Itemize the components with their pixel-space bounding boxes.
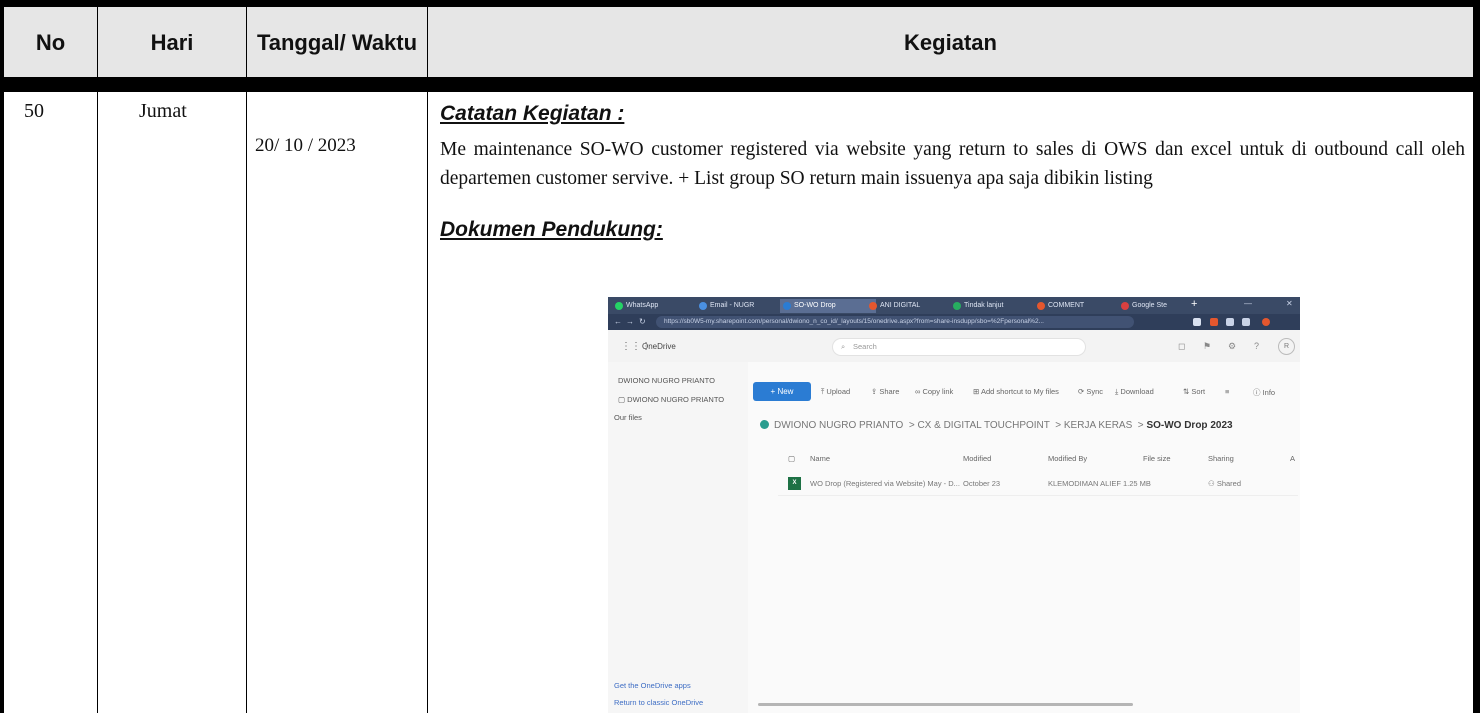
document-page: No Hari Tanggal/ Waktu Kegiatan 50 Jumat… bbox=[0, 0, 1480, 713]
row-day: Jumat bbox=[139, 100, 187, 122]
info-button[interactable]: ⓘ Info bbox=[1253, 387, 1275, 398]
sidebar-item-folder[interactable]: ▢ DWIONO NUGRO PRIANTO bbox=[618, 395, 724, 404]
extension-icon[interactable] bbox=[1210, 318, 1218, 326]
file-size: 1.25 MB bbox=[1123, 479, 1151, 488]
copy-link-button[interactable]: ∞ Copy link bbox=[915, 387, 953, 396]
new-button[interactable]: + New bbox=[753, 382, 811, 401]
onedrive-header: ⋮⋮⋮ OneDrive ⌕ Search ◻ ⚑ ⚙ ? R bbox=[608, 330, 1300, 362]
extension-icon[interactable] bbox=[1242, 318, 1250, 326]
onedrive-sidebar: DWIONO NUGRO PRIANTO ▢ DWIONO NUGRO PRIA… bbox=[608, 362, 748, 713]
table-top-border bbox=[0, 0, 1480, 7]
row-number: 50 bbox=[24, 100, 44, 122]
forward-icon[interactable]: → bbox=[626, 317, 634, 326]
flag-icon[interactable]: ⚑ bbox=[1203, 341, 1211, 352]
url-field[interactable]: https://sb0W5-my.sharepoint.com/personal… bbox=[656, 316, 1134, 328]
browser-tab[interactable]: Google Ste bbox=[1118, 299, 1200, 313]
help-icon[interactable]: ? bbox=[1254, 341, 1259, 351]
search-icon: ⌕ bbox=[841, 342, 846, 351]
table-row[interactable]: X WO Drop (Registered via Website) May -… bbox=[778, 473, 1298, 496]
col-divider-1 bbox=[97, 0, 98, 713]
tab-favicon-icon bbox=[699, 302, 707, 310]
header-hari: Hari bbox=[98, 7, 246, 77]
share-button[interactable]: ⇪ Share bbox=[871, 387, 899, 396]
catatan-heading: Catatan Kegiatan : bbox=[440, 102, 625, 125]
back-icon[interactable]: ← bbox=[614, 317, 622, 326]
tab-favicon-icon bbox=[1121, 302, 1129, 310]
file-sharing: ⚇ Shared bbox=[1208, 479, 1241, 488]
browser-tab-bar: WhatsApp Email - NUGR SO-WO Drop ANI DIG… bbox=[608, 297, 1300, 314]
sidebar-item-our-files[interactable]: Our files bbox=[614, 413, 642, 422]
tab-favicon-icon bbox=[869, 302, 877, 310]
extension-icon[interactable] bbox=[1226, 318, 1234, 326]
browser-tab[interactable]: WhatsApp bbox=[612, 299, 706, 313]
column-name[interactable]: Name bbox=[810, 454, 830, 463]
col-divider-3 bbox=[427, 0, 428, 713]
sync-button[interactable]: ⟳ Sync bbox=[1078, 387, 1103, 396]
command-bar: + New ⤒ Upload ⇪ Share ∞ Copy link ⊞ Add… bbox=[753, 382, 1298, 402]
settings-gear-icon[interactable]: ⚙ bbox=[1228, 341, 1236, 352]
file-modified: October 23 bbox=[963, 479, 1001, 488]
classic-onedrive-link[interactable]: Return to classic OneDrive bbox=[614, 698, 703, 707]
header-no: No bbox=[4, 7, 97, 77]
file-modified-by: KLEMODIMAN ALIEF bbox=[1048, 479, 1121, 488]
tab-favicon-icon bbox=[1037, 302, 1045, 310]
avatar[interactable]: R bbox=[1278, 338, 1295, 355]
column-sharing[interactable]: Sharing bbox=[1208, 454, 1234, 463]
header-kegiatan: Kegiatan bbox=[428, 7, 1473, 77]
app-title[interactable]: OneDrive bbox=[642, 342, 676, 351]
horizontal-scrollbar[interactable] bbox=[758, 703, 1133, 706]
folder-owner-icon bbox=[760, 420, 769, 429]
sort-button[interactable]: ⇅ Sort bbox=[1183, 387, 1205, 396]
sidebar-user-name[interactable]: DWIONO NUGRO PRIANTO bbox=[618, 376, 715, 385]
file-name[interactable]: WO Drop (Registered via Website) May - D… bbox=[810, 479, 960, 488]
breadcrumb-item[interactable]: CX & DIGITAL TOUCHPOINT bbox=[917, 420, 1049, 431]
profile-icon[interactable] bbox=[1262, 318, 1270, 326]
get-apps-link[interactable]: Get the OneDrive apps bbox=[614, 681, 691, 690]
excel-file-icon: X bbox=[788, 477, 801, 490]
column-modified-by[interactable]: Modified By bbox=[1048, 454, 1087, 463]
column-file-size[interactable]: File size bbox=[1143, 454, 1171, 463]
add-shortcut-button[interactable]: ⊞ Add shortcut to My files bbox=[973, 387, 1059, 396]
download-button[interactable]: ⤓ Download bbox=[1115, 387, 1154, 397]
browser-tab[interactable]: Tindak lanjut bbox=[950, 299, 1044, 313]
dokumen-heading: Dokumen Pendukung: bbox=[440, 218, 663, 241]
row-date: 20/ 10 / 2023 bbox=[255, 135, 356, 156]
column-extra[interactable]: A bbox=[1290, 454, 1295, 463]
address-bar: ← → ↻ https://sb0W5-my.sharepoint.com/pe… bbox=[608, 314, 1300, 330]
breadcrumb-current: SO-WO Drop 2023 bbox=[1146, 420, 1233, 431]
tab-favicon-icon bbox=[615, 302, 623, 310]
file-type-icon: ▢ bbox=[788, 454, 796, 463]
chat-icon[interactable]: ◻ bbox=[1178, 341, 1185, 352]
supporting-screenshot: WhatsApp Email - NUGR SO-WO Drop ANI DIG… bbox=[608, 297, 1300, 713]
catatan-text: Me maintenance SO-WO customer registered… bbox=[440, 139, 1465, 189]
minimize-icon[interactable]: — bbox=[1244, 299, 1252, 308]
reload-icon[interactable]: ↻ bbox=[639, 317, 646, 326]
header-tanggal: Tanggal/ Waktu bbox=[247, 7, 427, 77]
close-window-icon[interactable]: ✕ bbox=[1286, 299, 1293, 308]
browser-tab-active[interactable]: SO-WO Drop bbox=[780, 299, 876, 313]
browser-tab[interactable]: Email - NUGR bbox=[696, 299, 790, 313]
browser-tab[interactable]: ANI DIGITAL bbox=[866, 299, 960, 313]
breadcrumb-item[interactable]: KERJA KERAS bbox=[1064, 420, 1132, 431]
breadcrumb: DWIONO NUGRO PRIANTO > CX & DIGITAL TOUC… bbox=[760, 420, 1233, 431]
col-divider-2 bbox=[246, 0, 247, 713]
breadcrumb-item[interactable]: DWIONO NUGRO PRIANTO bbox=[774, 420, 903, 431]
extension-icon[interactable] bbox=[1193, 318, 1201, 326]
header-bottom-border bbox=[0, 77, 1480, 92]
search-input[interactable]: ⌕ Search bbox=[832, 338, 1086, 356]
column-modified[interactable]: Modified bbox=[963, 454, 991, 463]
tab-favicon-icon bbox=[783, 302, 791, 310]
table-left-border bbox=[0, 0, 4, 713]
browser-tab[interactable]: COMMENT bbox=[1034, 299, 1128, 313]
search-placeholder: Search bbox=[853, 342, 877, 351]
tab-favicon-icon bbox=[953, 302, 961, 310]
view-button[interactable]: ≡ bbox=[1225, 387, 1229, 396]
new-tab-icon[interactable]: + bbox=[1191, 298, 1197, 310]
table-right-border bbox=[1473, 0, 1480, 713]
upload-button[interactable]: ⤒ Upload bbox=[821, 387, 850, 397]
